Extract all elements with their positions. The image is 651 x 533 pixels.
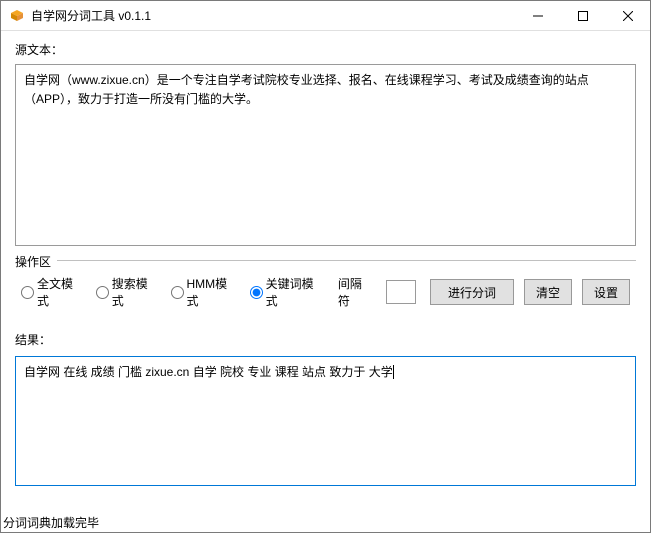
- result-text: 自学网 在线 成绩 门槛 zixue.cn 自学 院校 专业 课程 站点 致力于…: [24, 365, 393, 379]
- separator-label: 间隔符: [338, 275, 372, 309]
- titlebar: 自学网分词工具 v0.1.1: [1, 1, 650, 31]
- action-buttons: 进行分词 清空 设置: [430, 279, 630, 305]
- source-textarea[interactable]: [15, 64, 636, 246]
- body: 源文本： 操作区 全文模式 搜索模式 HMM模式: [1, 31, 650, 512]
- status-bar: 分词词典加载完毕: [1, 512, 650, 532]
- separator-input[interactable]: [386, 280, 416, 304]
- run-button[interactable]: 进行分词: [430, 279, 514, 305]
- maximize-button[interactable]: [560, 1, 605, 30]
- mode-hmm-input[interactable]: [171, 286, 184, 299]
- mode-search-radio[interactable]: 搜索模式: [96, 275, 157, 309]
- mode-hmm-label: HMM模式: [187, 275, 236, 309]
- mode-keyword-radio[interactable]: 关键词模式: [250, 275, 322, 309]
- result-label: 结果：: [15, 331, 636, 348]
- window-title: 自学网分词工具 v0.1.1: [31, 7, 515, 24]
- operation-panel: 操作区 全文模式 搜索模式 HMM模式 关键词模式: [15, 260, 636, 321]
- mode-keyword-input[interactable]: [250, 286, 263, 299]
- minimize-button[interactable]: [515, 1, 560, 30]
- mode-full-label: 全文模式: [37, 275, 82, 309]
- source-label: 源文本：: [15, 41, 636, 58]
- operation-label: 操作区: [15, 253, 57, 270]
- operation-row: 全文模式 搜索模式 HMM模式 关键词模式 间隔符 进行分词: [21, 275, 630, 309]
- result-textarea[interactable]: 自学网 在线 成绩 门槛 zixue.cn 自学 院校 专业 课程 站点 致力于…: [15, 356, 636, 486]
- mode-full-radio[interactable]: 全文模式: [21, 275, 82, 309]
- status-text: 分词词典加载完毕: [3, 516, 99, 530]
- mode-hmm-radio[interactable]: HMM模式: [171, 275, 236, 309]
- app-window: 自学网分词工具 v0.1.1 源文本： 操作区 全文模式: [0, 0, 651, 533]
- text-caret: [393, 365, 394, 379]
- mode-keyword-label: 关键词模式: [266, 275, 322, 309]
- clear-button[interactable]: 清空: [524, 279, 572, 305]
- mode-search-input[interactable]: [96, 286, 109, 299]
- app-icon: [9, 8, 25, 24]
- mode-full-input[interactable]: [21, 286, 34, 299]
- window-controls: [515, 1, 650, 30]
- settings-button[interactable]: 设置: [582, 279, 630, 305]
- mode-search-label: 搜索模式: [112, 275, 157, 309]
- close-button[interactable]: [605, 1, 650, 30]
